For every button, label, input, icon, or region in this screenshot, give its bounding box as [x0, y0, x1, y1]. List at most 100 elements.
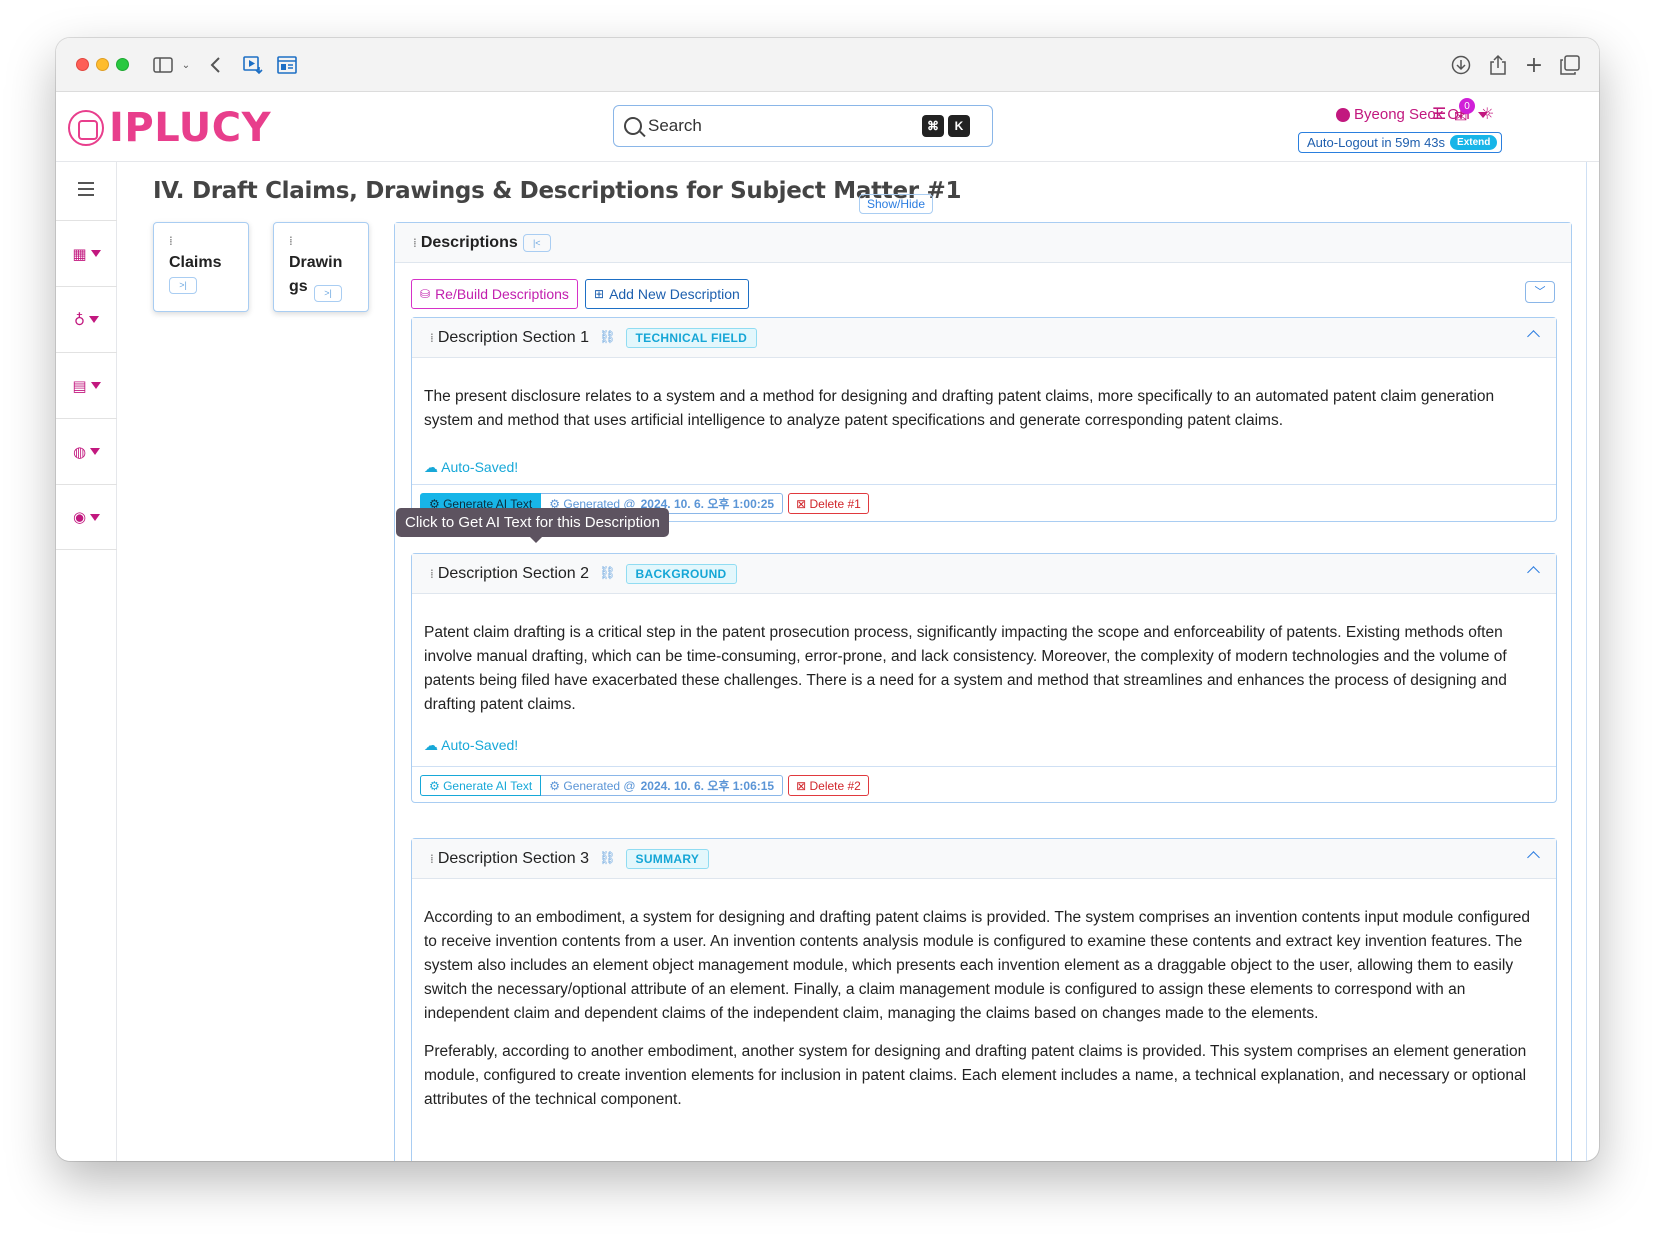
- app-header: IPLUCY ⌘ K Byeong Seok OH ☰ ✉ 0 ☼ Auto-L…: [56, 92, 1599, 162]
- content-border: [1586, 162, 1587, 1161]
- section-paragraph: Patent claim drafting is a critical step…: [424, 624, 1507, 713]
- description-section-1: ⁞ Description Section 1 ⛓ TECHNICAL FIEL…: [411, 317, 1557, 522]
- section-tag: TECHNICAL FIELD: [625, 327, 758, 348]
- drag-handle-icon[interactable]: ⁞: [430, 853, 434, 865]
- user-account-icon: ◉: [72, 508, 87, 526]
- delete-section-button[interactable]: ⊠ Delete #1: [788, 493, 869, 514]
- command-key-badge: ⌘: [922, 115, 944, 137]
- caret-down-icon: [90, 448, 101, 455]
- page-title: IV. Draft Claims, Drawings & Description…: [153, 178, 962, 204]
- link-icon[interactable]: ⛓: [599, 330, 616, 345]
- section-body[interactable]: According to an embodiment, a system for…: [412, 879, 1556, 1112]
- back-icon[interactable]: [206, 52, 224, 78]
- logo-text: IPLUCY: [109, 105, 272, 151]
- generate-ai-text-button[interactable]: ⚙ Generate AI Text: [420, 775, 542, 796]
- drawings-card[interactable]: ⁞ Drawin gs >|: [273, 222, 369, 312]
- nav-group-global[interactable]: ◍: [56, 418, 117, 484]
- globe-icon: ◍: [72, 442, 87, 461]
- chevron-up-icon[interactable]: [1527, 330, 1540, 343]
- nav-group-ideas[interactable]: ♁: [56, 286, 117, 352]
- tab-overview-icon[interactable]: [1559, 52, 1581, 78]
- descriptions-panel-header: ⁞ Descriptions |<: [395, 223, 1571, 263]
- extension-reader-icon[interactable]: [276, 52, 298, 78]
- extend-session-button[interactable]: Extend: [1450, 135, 1498, 150]
- nav-group-dashboard[interactable]: ▤: [56, 352, 117, 418]
- section-title: Description Section 2: [437, 564, 590, 582]
- nav-group-documents[interactable]: ▦: [56, 220, 117, 286]
- section-paragraph: According to an embodiment, a system for…: [424, 909, 1530, 1022]
- collapse-panel-button[interactable]: |<: [522, 233, 551, 252]
- chevron-down-icon[interactable]: ⌄: [180, 52, 192, 78]
- autologout-text: Auto-Logout in 59m 43s: [1307, 135, 1446, 150]
- search-icon: [624, 117, 642, 135]
- logo-brain-icon: [68, 110, 104, 146]
- theme-sun-icon[interactable]: ☼: [1480, 104, 1494, 123]
- caret-down-icon: [89, 316, 99, 323]
- section-body[interactable]: Patent claim drafting is a critical step…: [412, 594, 1556, 766]
- show-hide-button[interactable]: Show/Hide: [859, 194, 934, 214]
- claims-card[interactable]: ⁞ Claims >|: [153, 222, 249, 312]
- zoom-window-button[interactable]: [116, 58, 129, 71]
- section-title: Description Section 1: [437, 328, 590, 346]
- generated-timestamp: ⚙ Generated @2024. 10. 6. 오후 1:06:15: [541, 775, 784, 796]
- iplucy-logo[interactable]: IPLUCY: [68, 105, 271, 151]
- claims-card-title: Claims: [169, 254, 222, 271]
- rebuild-descriptions-button[interactable]: ⛁ Re/Build Descriptions: [411, 279, 578, 309]
- section-header[interactable]: ⁞ Description Section 1 ⛓ TECHNICAL FIEL…: [412, 318, 1556, 358]
- share-icon[interactable]: [1487, 52, 1509, 78]
- drag-handle-icon[interactable]: ⁞: [430, 332, 434, 344]
- caret-down-icon: [90, 250, 101, 257]
- section-header[interactable]: ⁞ Description Section 3 ⛓ SUMMARY: [412, 839, 1556, 879]
- descriptions-panel: ⁞ Descriptions |< ⛁ Re/Build Description…: [394, 222, 1572, 1161]
- download-icon[interactable]: [1450, 52, 1472, 78]
- autosaved-status: ☁ Auto-Saved!: [424, 459, 519, 475]
- task-list-icon[interactable]: ☰: [1432, 104, 1446, 123]
- description-section-3: ⁞ Description Section 3 ⛓ SUMMARY Accord…: [411, 838, 1557, 1161]
- add-new-description-button[interactable]: ⊞ Add New Description: [585, 279, 749, 309]
- drag-handle-icon[interactable]: ⁞: [289, 235, 353, 247]
- chevron-up-icon[interactable]: [1527, 566, 1540, 579]
- section-tag: SUMMARY: [625, 848, 710, 869]
- lightbulb-icon: ♁: [74, 310, 85, 329]
- section-body[interactable]: The present disclosure relates to a syst…: [412, 358, 1556, 484]
- section-title: Description Section 3: [437, 849, 590, 867]
- autosaved-status: ☁ Auto-Saved!: [424, 737, 519, 753]
- section-header[interactable]: ⁞ Description Section 2 ⛓ BACKGROUND: [412, 554, 1556, 594]
- caret-down-icon: [90, 513, 101, 521]
- nav-group-account[interactable]: ◉: [56, 484, 117, 550]
- minimize-window-button[interactable]: [96, 58, 109, 71]
- drag-handle-icon[interactable]: ⁞: [430, 568, 434, 580]
- new-tab-icon[interactable]: +: [1523, 52, 1545, 78]
- expand-drawings-button[interactable]: >|: [314, 285, 342, 302]
- sidebar-toggle-icon[interactable]: [152, 52, 174, 78]
- user-circle-icon: [1336, 107, 1350, 122]
- browser-window: ⌄ + IPLUCY ⌘ K: [56, 38, 1599, 1161]
- expand-all-chevron-icon[interactable]: ﹀: [1525, 281, 1555, 303]
- hamburger-menu-icon[interactable]: [78, 182, 94, 200]
- close-window-button[interactable]: [76, 58, 89, 71]
- search-box[interactable]: ⌘ K: [613, 105, 993, 147]
- generate-ai-tooltip: Click to Get AI Text for this Descriptio…: [396, 508, 669, 543]
- descriptions-title: Descriptions: [420, 233, 518, 251]
- link-icon[interactable]: ⛓: [599, 566, 616, 581]
- browser-toolbar: ⌄ +: [56, 38, 1599, 92]
- caret-down-icon: [90, 382, 101, 389]
- link-icon[interactable]: ⛓: [599, 851, 616, 866]
- clipboard-plus-icon: ⊞: [594, 287, 605, 301]
- expand-claims-button[interactable]: >|: [169, 277, 197, 294]
- chevron-up-icon[interactable]: [1527, 851, 1540, 864]
- left-navigation: ▦ ♁ ▤ ◍ ◉: [56, 162, 117, 1161]
- drag-handle-icon[interactable]: ⁞: [169, 235, 233, 247]
- document-grid-icon: ▦: [72, 244, 87, 263]
- user-name: Byeong Seok OH: [1354, 106, 1470, 123]
- description-section-2: ⁞ Description Section 2 ⛓ BACKGROUND Pat…: [411, 553, 1557, 803]
- database-icon: ⛁: [420, 287, 431, 301]
- section-tag: BACKGROUND: [625, 563, 737, 584]
- k-key-badge: K: [948, 115, 970, 137]
- search-input[interactable]: [648, 116, 918, 136]
- drag-handle-icon[interactable]: ⁞: [413, 237, 417, 249]
- extension-play-icon[interactable]: [242, 52, 264, 78]
- delete-section-button[interactable]: ⊠ Delete #2: [788, 775, 869, 796]
- notification-count-badge: 0: [1459, 98, 1475, 114]
- rebuild-descriptions-label: Re/Build Descriptions: [435, 286, 569, 302]
